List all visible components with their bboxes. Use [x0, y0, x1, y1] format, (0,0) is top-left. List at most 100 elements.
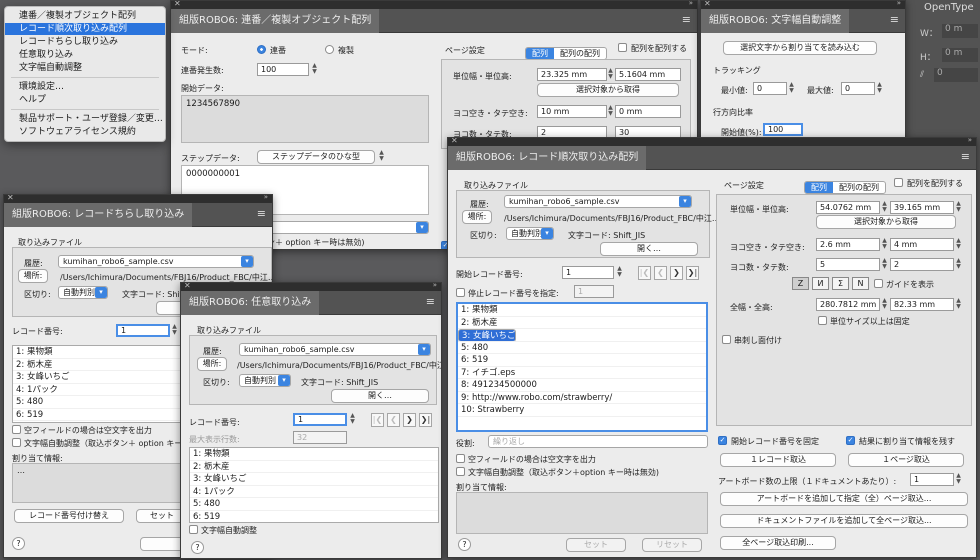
- start-ratio-input[interactable]: 100: [763, 123, 803, 136]
- record-number-stepper[interactable]: ▲ ▼: [349, 413, 356, 426]
- role-select[interactable]: 繰り返し: [488, 435, 708, 448]
- record-list[interactable]: 1: 果物類 2: 栃木産 3: 女峰いちご 4: 1パック 5: 480 6:…: [12, 345, 188, 423]
- menu-item-mojihaba[interactable]: 文字幅自動調整: [5, 62, 165, 74]
- h-field[interactable]: 0 m: [942, 48, 978, 62]
- array-of-array-checkbox[interactable]: [618, 43, 627, 52]
- panel-menu-icon[interactable]: ≡: [890, 13, 899, 26]
- step-stepper[interactable]: ▲ ▼: [378, 150, 385, 163]
- count-x-stepper[interactable]: ▲ ▼: [881, 258, 888, 271]
- start-record-stepper[interactable]: ▲ ▼: [616, 266, 623, 279]
- last-record-icon[interactable]: ❯|: [419, 413, 432, 427]
- list-item[interactable]: 6: 519: [190, 511, 438, 523]
- gap-height-input[interactable]: 0 mm: [615, 105, 681, 118]
- mode-radio-copy[interactable]: [325, 45, 334, 54]
- close-icon[interactable]: ✕: [184, 283, 191, 290]
- location-button[interactable]: 場所:: [197, 357, 227, 371]
- open-button[interactable]: 開く…: [600, 242, 698, 256]
- panel-menu-icon[interactable]: ≡: [682, 13, 691, 26]
- auto-width-checkbox[interactable]: [189, 525, 198, 534]
- mode-radio-renban[interactable]: [257, 45, 266, 54]
- record-number-stepper[interactable]: ▲ ▼: [171, 324, 178, 337]
- record-list[interactable]: 1: 果物類 2: 栃木産 3: 女峰いちご 4: 1パック 5: 480 6:…: [456, 302, 708, 432]
- unit-width-stepper[interactable]: ▲ ▼: [881, 201, 888, 214]
- last-record-icon[interactable]: ❯|: [686, 266, 699, 280]
- list-item[interactable]: 1: 果物類: [190, 448, 438, 461]
- history-select[interactable]: kumihan_robo6_sample.csv ▾: [239, 343, 431, 356]
- angle-field[interactable]: 0: [934, 68, 978, 82]
- collapse-icon[interactable]: »: [433, 283, 437, 289]
- panel-menu-icon[interactable]: ≡: [426, 295, 435, 308]
- list-item[interactable]: 1: 果物類: [13, 346, 187, 359]
- count-y-stepper[interactable]: ▲ ▼: [955, 258, 962, 271]
- list-item[interactable]: 3: 女峰いちご: [13, 371, 187, 384]
- panel-menu-icon[interactable]: ≡: [961, 150, 970, 163]
- artboard-limit-input[interactable]: 1: [910, 473, 954, 486]
- list-item[interactable]: 4: 1パック: [13, 384, 187, 396]
- record-number-input[interactable]: 1: [116, 324, 170, 337]
- first-record-icon[interactable]: |❮: [638, 266, 651, 280]
- close-icon[interactable]: ✕: [7, 195, 14, 202]
- list-item[interactable]: 7: イチゴ.eps: [458, 367, 706, 379]
- unit-width-input[interactable]: 23.325 mm: [537, 68, 607, 81]
- unit-height-stepper[interactable]: ▲ ▼: [955, 201, 962, 214]
- seg-array[interactable]: 配列: [805, 182, 833, 193]
- first-record-icon[interactable]: |❮: [371, 413, 384, 427]
- list-item[interactable]: 5: 480: [458, 342, 706, 354]
- print-all-pages-button[interactable]: 全ページ取込印刷...: [720, 536, 836, 550]
- tracking-min-stepper[interactable]: ▲ ▼: [788, 82, 795, 95]
- total-height-stepper[interactable]: ▲ ▼: [955, 298, 962, 311]
- get-from-selection-button[interactable]: 選択対象から取得: [816, 215, 956, 229]
- add-artboard-import-button[interactable]: アートボードを追加して指定（全）ページ取込...: [720, 492, 968, 506]
- menu-item-junji[interactable]: レコード順次取り込み配列: [5, 23, 165, 35]
- delimiter-select[interactable]: 自動判別 ▾: [58, 286, 108, 299]
- one-page-import-button[interactable]: １ページ取込: [848, 453, 964, 467]
- list-item[interactable]: 6: 519: [458, 354, 706, 367]
- list-item[interactable]: 4: 1パック: [190, 486, 438, 498]
- gap-width-input[interactable]: 10 mm: [537, 105, 607, 118]
- auto-width-checkbox[interactable]: [456, 467, 465, 476]
- gap-width-input[interactable]: 2.6 mm: [816, 238, 880, 251]
- unit-fix-checkbox[interactable]: [818, 316, 827, 325]
- menu-item-settings[interactable]: 環境設定…: [5, 81, 165, 93]
- opentype-tab[interactable]: OpenType: [924, 2, 974, 13]
- order-s-icon[interactable]: Σ: [832, 277, 849, 290]
- menu-item-chirashi[interactable]: レコードちらし取り込み: [5, 36, 165, 48]
- collapse-icon[interactable]: »: [968, 138, 972, 144]
- list-item[interactable]: 2: 栃木産: [13, 359, 187, 371]
- max-rows-input[interactable]: 32: [293, 431, 347, 444]
- crop-imposition-checkbox[interactable]: [722, 335, 731, 344]
- add-document-import-button[interactable]: ドキュメントファイルを追加して全ページ取込...: [720, 514, 968, 528]
- empty-field-checkbox[interactable]: [12, 425, 21, 434]
- next-record-icon[interactable]: ❯: [670, 266, 683, 280]
- gap-width-stepper[interactable]: ▲ ▼: [881, 238, 888, 251]
- delimiter-select[interactable]: 自動判別 ▾: [239, 374, 291, 387]
- tracking-max-input[interactable]: 0: [841, 82, 875, 95]
- menu-item-license[interactable]: ソフトウェアライセンス規約: [5, 126, 165, 138]
- gap-width-stepper[interactable]: ▲ ▼: [607, 105, 614, 118]
- list-item[interactable]: 5: 480: [190, 498, 438, 511]
- keep-assign-checkbox[interactable]: ✓: [846, 436, 855, 445]
- total-height-input[interactable]: 82.33 mm: [890, 298, 954, 311]
- list-item[interactable]: 3: 女峰いちご: [190, 473, 438, 486]
- step-template-button[interactable]: ステップデータのひな型: [257, 150, 375, 164]
- unit-width-stepper[interactable]: ▲ ▼: [607, 68, 614, 81]
- record-list[interactable]: 1: 果物類 2: 栃木産 3: 女峰いちご 4: 1パック 5: 480 6:…: [189, 447, 439, 523]
- array-mode-segment[interactable]: 配列 配列の配列: [804, 181, 886, 194]
- collapse-icon[interactable]: »: [897, 1, 901, 7]
- close-icon[interactable]: ✕: [174, 1, 181, 8]
- start-record-input[interactable]: 1: [562, 266, 614, 279]
- list-item[interactable]: 6: 519: [13, 409, 187, 421]
- menu-item-help[interactable]: ヘルプ: [5, 94, 165, 106]
- location-button[interactable]: 場所:: [462, 210, 492, 224]
- list-item[interactable]: 8: 491234500000: [458, 379, 706, 392]
- location-button[interactable]: 場所:: [18, 269, 48, 283]
- unit-height-input[interactable]: 39.165 mm: [890, 201, 954, 214]
- tracking-max-stepper[interactable]: ▲ ▼: [876, 82, 883, 95]
- help-icon[interactable]: ?: [12, 537, 25, 550]
- start-data-field[interactable]: 1234567890: [181, 95, 429, 143]
- menu-item-support[interactable]: 製品サポート・ユーザ登録／変更…: [5, 113, 165, 125]
- count-y-input[interactable]: 2: [890, 258, 954, 271]
- unit-width-input[interactable]: 54.0762 mm: [816, 201, 880, 214]
- collapse-icon[interactable]: »: [689, 1, 693, 7]
- artboard-limit-stepper[interactable]: ▲ ▼: [955, 473, 962, 486]
